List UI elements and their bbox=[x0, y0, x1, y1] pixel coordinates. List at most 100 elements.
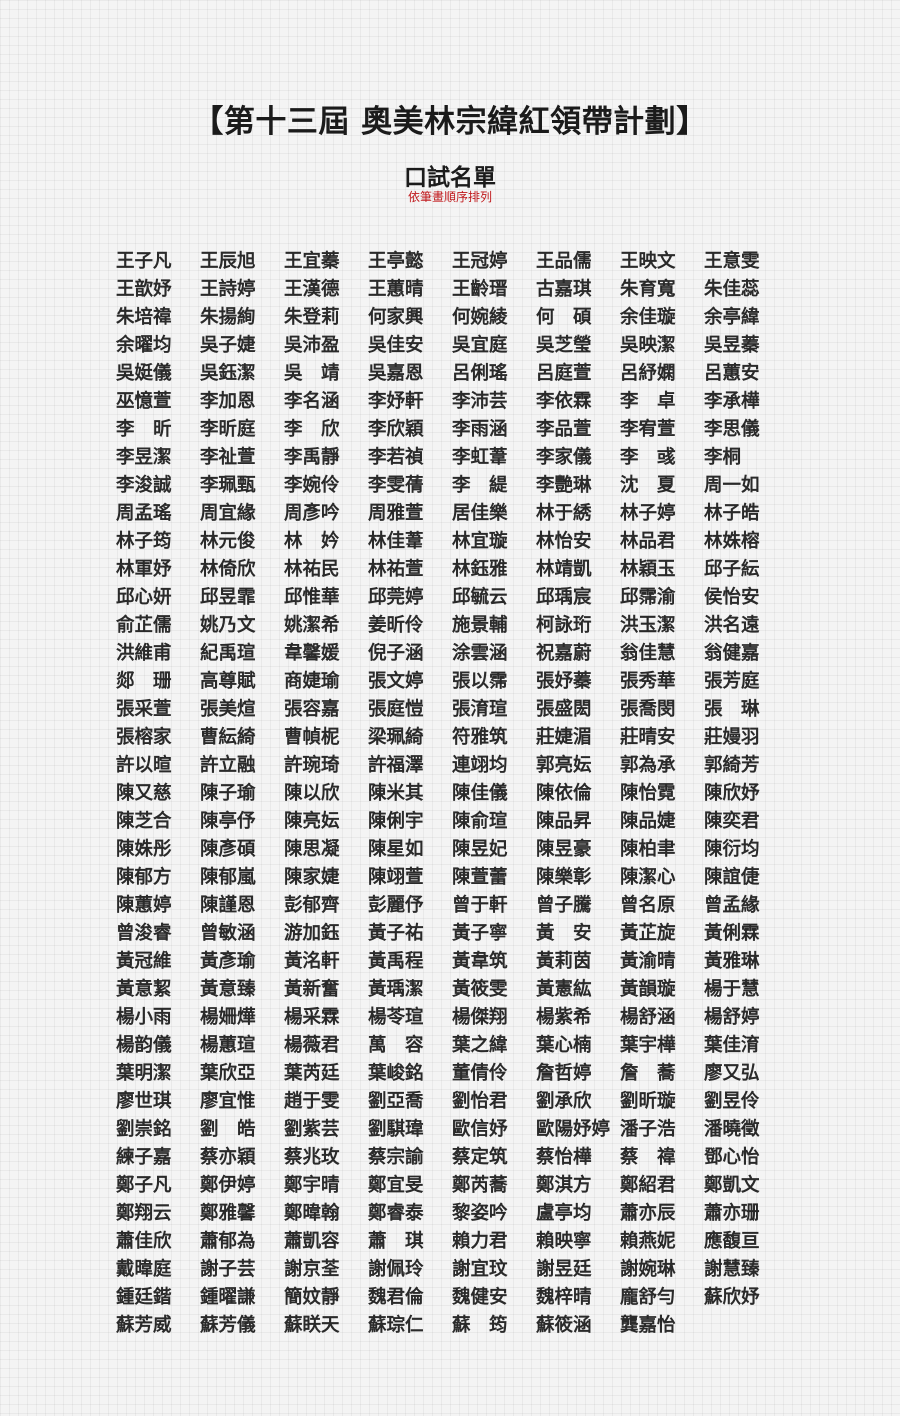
candidate-name: 黃渝晴 bbox=[620, 951, 676, 972]
candidate-name: 鄭翔云 bbox=[116, 1203, 172, 1224]
candidate-name: 歐信妤 bbox=[452, 1119, 508, 1140]
candidate-name: 邱昱霏 bbox=[200, 587, 256, 608]
candidate-name: 李 彧 bbox=[620, 447, 676, 468]
candidate-name: 許以暄 bbox=[116, 755, 172, 776]
candidate-name: 蘇琮仁 bbox=[368, 1315, 424, 1336]
candidate-name: 練子嘉 bbox=[116, 1147, 172, 1168]
candidate-name: 吳芝瑩 bbox=[536, 335, 592, 356]
candidate-name: 黃俐霖 bbox=[704, 923, 760, 944]
candidate-name: 趙于雯 bbox=[284, 1091, 340, 1112]
page-title: 【第十三屆 奧美林宗緯紅領帶計劃】 bbox=[192, 104, 708, 140]
candidate-name: 林 妗 bbox=[284, 531, 340, 552]
candidate-name: 李祉萱 bbox=[200, 447, 256, 468]
candidate-name: 張采萱 bbox=[116, 699, 172, 720]
candidate-name: 許立融 bbox=[200, 755, 256, 776]
candidate-name: 王子凡 bbox=[116, 251, 172, 272]
candidate-name: 張以霈 bbox=[452, 671, 508, 692]
candidate-name: 姚潔希 bbox=[284, 615, 340, 636]
candidate-name: 張淯瑄 bbox=[452, 699, 508, 720]
candidate-name: 張 琳 bbox=[704, 699, 760, 720]
candidate-name: 黃憲紘 bbox=[536, 979, 592, 1000]
candidate-name: 林佳葦 bbox=[368, 531, 424, 552]
candidate-name: 陳昱豪 bbox=[536, 839, 592, 860]
candidate-name: 楊采霖 bbox=[284, 1007, 340, 1028]
candidate-name: 陳衍均 bbox=[704, 839, 760, 860]
candidate-name: 陳怡霓 bbox=[620, 783, 676, 804]
candidate-name: 余亭緯 bbox=[704, 307, 760, 328]
candidate-name: 葉宇樺 bbox=[620, 1035, 676, 1056]
candidate-name: 黃韋筑 bbox=[452, 951, 508, 972]
candidate-name: 莊嫚羽 bbox=[704, 727, 760, 748]
candidate-name: 林子筠 bbox=[116, 531, 172, 552]
candidate-name: 黎姿吟 bbox=[452, 1203, 508, 1224]
candidate-name: 王詩婷 bbox=[200, 279, 256, 300]
candidate-name: 楊韵儀 bbox=[116, 1035, 172, 1056]
candidate-name: 李若禎 bbox=[368, 447, 424, 468]
candidate-name: 周一如 bbox=[704, 475, 760, 496]
candidate-name: 王蕙晴 bbox=[368, 279, 424, 300]
candidate-name: 黃禹程 bbox=[368, 951, 424, 972]
candidate-name: 周雅萱 bbox=[368, 503, 424, 524]
candidate-name: 高尊賦 bbox=[200, 671, 256, 692]
candidate-name: 陳思凝 bbox=[284, 839, 340, 860]
candidate-name: 呂紓嫻 bbox=[620, 363, 676, 384]
candidate-name: 林于綉 bbox=[536, 503, 592, 524]
candidate-name: 黃新奮 bbox=[284, 979, 340, 1000]
candidate-name: 古嘉琪 bbox=[536, 279, 592, 300]
candidate-name: 林祐萱 bbox=[368, 559, 424, 580]
candidate-name: 蔡定筑 bbox=[452, 1147, 508, 1168]
candidate-name: 劉怡君 bbox=[452, 1091, 508, 1112]
candidate-name: 李昱潔 bbox=[116, 447, 172, 468]
candidate-name: 李加恩 bbox=[200, 391, 256, 412]
candidate-name: 吳子婕 bbox=[200, 335, 256, 356]
candidate-name: 歐陽妤婷 bbox=[536, 1119, 611, 1140]
candidate-name: 陳子瑜 bbox=[200, 783, 256, 804]
candidate-name: 吳 靖 bbox=[284, 363, 340, 384]
candidate-name: 吳沛盈 bbox=[284, 335, 340, 356]
candidate-name: 詹 蕎 bbox=[620, 1063, 676, 1084]
candidate-name: 王漢德 bbox=[284, 279, 340, 300]
candidate-name: 符雅筑 bbox=[452, 727, 508, 748]
candidate-name: 黃子祐 bbox=[368, 923, 424, 944]
candidate-name: 邱子紜 bbox=[704, 559, 760, 580]
candidate-name: 許福澤 bbox=[368, 755, 424, 776]
candidate-name: 龔嘉怡 bbox=[620, 1315, 676, 1336]
candidate-name: 林姝榕 bbox=[704, 531, 760, 552]
candidate-name: 曾子騰 bbox=[536, 895, 592, 916]
candidate-name: 祝嘉蔚 bbox=[536, 643, 592, 664]
candidate-name: 王品儒 bbox=[536, 251, 592, 272]
candidate-name: 鄭暐翰 bbox=[284, 1203, 340, 1224]
candidate-name: 張榕家 bbox=[116, 727, 172, 748]
candidate-name: 張美煊 bbox=[200, 699, 256, 720]
candidate-name: 陳柏聿 bbox=[620, 839, 676, 860]
candidate-name: 洪玉潔 bbox=[620, 615, 676, 636]
candidate-name: 陳蕙婷 bbox=[116, 895, 172, 916]
candidate-name: 李承樺 bbox=[704, 391, 760, 412]
candidate-name: 黃彥瑜 bbox=[200, 951, 256, 972]
candidate-name: 蘇芳威 bbox=[116, 1315, 172, 1336]
candidate-name: 曹紜綺 bbox=[200, 727, 256, 748]
candidate-name: 李艷琳 bbox=[536, 475, 592, 496]
candidate-name: 蘇 筠 bbox=[452, 1315, 508, 1336]
candidate-name: 陳依倫 bbox=[536, 783, 592, 804]
candidate-name: 劉崇銘 bbox=[116, 1119, 172, 1140]
candidate-name: 楊于慧 bbox=[704, 979, 760, 1000]
candidate-name: 俞芷儒 bbox=[116, 615, 172, 636]
candidate-name: 謝子芸 bbox=[200, 1259, 256, 1280]
candidate-name: 賴映寧 bbox=[536, 1231, 592, 1252]
candidate-name: 陳樂彰 bbox=[536, 867, 592, 888]
candidate-name: 陳品昇 bbox=[536, 811, 592, 832]
candidate-name: 鄭睿泰 bbox=[368, 1203, 424, 1224]
candidate-name: 王齡瑨 bbox=[452, 279, 508, 300]
candidate-name: 李浚誠 bbox=[116, 475, 172, 496]
candidate-name: 朱培禕 bbox=[116, 307, 172, 328]
candidate-name: 曾敏涵 bbox=[200, 923, 256, 944]
candidate-name: 黃洺軒 bbox=[284, 951, 340, 972]
candidate-name: 謝慧臻 bbox=[704, 1259, 760, 1280]
candidate-name: 謝婉琳 bbox=[620, 1259, 676, 1280]
candidate-name: 陳亮妘 bbox=[284, 811, 340, 832]
candidate-name: 陳又慈 bbox=[116, 783, 172, 804]
candidate-name: 林倚欣 bbox=[200, 559, 256, 580]
candidate-name: 李 欣 bbox=[284, 419, 340, 440]
candidate-name: 翁健嘉 bbox=[704, 643, 760, 664]
